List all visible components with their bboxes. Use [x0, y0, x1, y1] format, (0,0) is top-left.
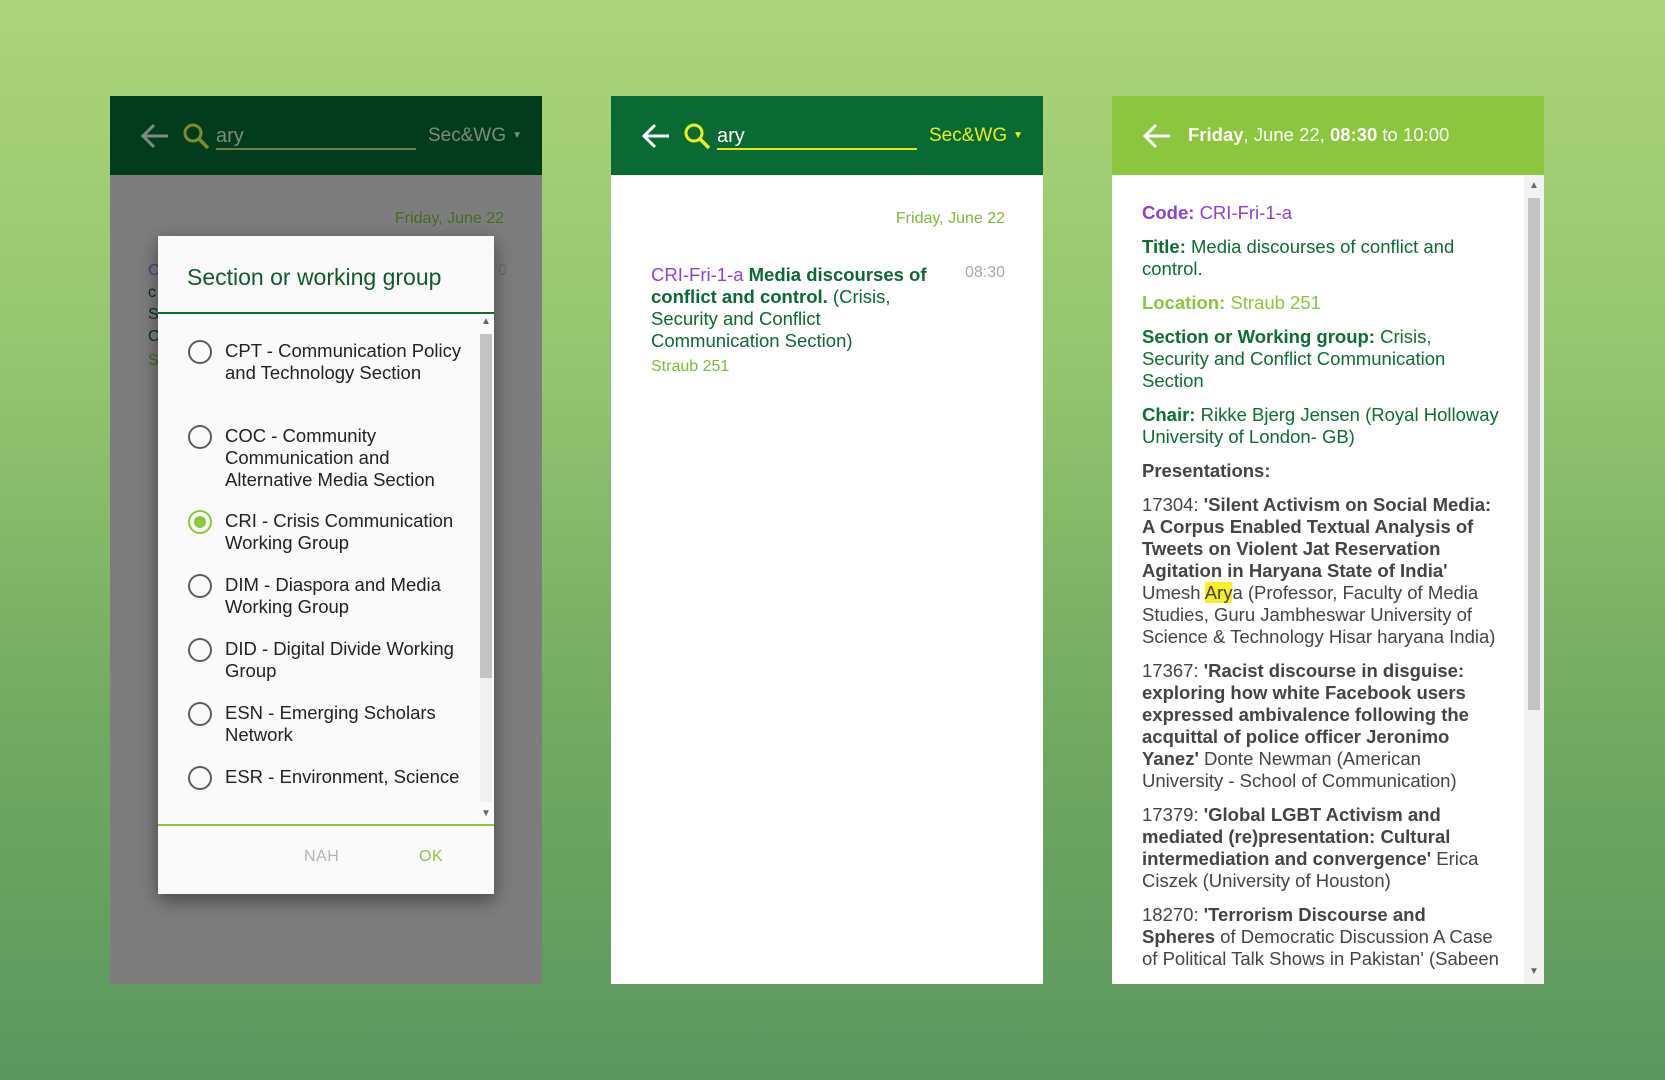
filter-label: Sec&WG [929, 125, 1008, 146]
option-label: DIM - Diaspora and Media Working Group [225, 574, 441, 617]
radio-button[interactable] [188, 425, 212, 449]
scroll-down-icon[interactable]: ▼ [1526, 966, 1542, 977]
session-location: Straub 251 [651, 358, 730, 375]
scroll-thumb[interactable] [480, 334, 492, 678]
search-app-bar: ary Sec&WG ▼ [110, 96, 542, 175]
search-icon [684, 123, 711, 150]
option-label: CPT - Communication Policy and Technolog… [225, 340, 462, 383]
presentation-item: 17367: 'Racist discourse in disguise: ex… [1142, 660, 1502, 792]
dropdown-caret-icon: ▼ [1013, 130, 1024, 141]
search-highlight: Ary [1204, 582, 1233, 603]
day-header: Friday, June 22 [394, 210, 504, 227]
radio-button[interactable] [188, 766, 212, 790]
option-list[interactable]: CPT - Communication Policy and Technolog… [158, 314, 478, 824]
code-value: CRI-Fri-1-a [1199, 202, 1293, 223]
search-icon [183, 123, 210, 150]
location-label: Location: [1142, 292, 1226, 313]
screen-search-results: ary Sec&WG ▼ Friday, June 22 CRI-Fri-1-a… [611, 96, 1043, 984]
option-label: COC - Community Communication and Altern… [225, 425, 435, 490]
presentation-id: 17367: [1142, 660, 1204, 681]
dialog-title: Section or working group [187, 264, 442, 290]
search-app-bar: ary Sec&WG ▼ [611, 96, 1043, 175]
cancel-button[interactable]: NAH [304, 848, 339, 866]
radio-button-selected[interactable] [188, 510, 212, 534]
session-detail: Code: CRI-Fri-1-a Title: Media discourse… [1142, 202, 1502, 982]
header-day: Friday [1188, 124, 1244, 145]
code-row: Code: CRI-Fri-1-a [1142, 202, 1502, 224]
option-label: ESR - Environment, Science [225, 766, 460, 787]
backdrop-session-time: 0 [498, 262, 507, 279]
presentation-author: Umesh [1142, 582, 1205, 603]
backdrop-session-title: c [148, 284, 156, 301]
option-label: ESN - Emerging Scholars Network [225, 702, 436, 745]
dialog-scrollbar[interactable]: ▲ ▼ [478, 316, 494, 822]
radio-button[interactable] [188, 574, 212, 598]
section-filter-dialog: Section or working group CPT - Communica… [158, 236, 494, 894]
scroll-thumb[interactable] [1528, 198, 1540, 710]
filter-label: Sec&WG [428, 125, 507, 146]
divider [158, 824, 494, 826]
session-datetime: Friday, June 22, 08:30 to 10:00 [1188, 124, 1449, 146]
section-filter-dropdown[interactable]: Sec&WG ▼ [428, 122, 522, 150]
dropdown-caret-icon: ▼ [512, 130, 523, 141]
radio-button[interactable] [188, 702, 212, 726]
presentation-item: 17379: 'Global LGBT Activism and mediate… [1142, 804, 1502, 892]
code-label: Code: [1142, 202, 1195, 223]
section-label: Section or Working group: [1142, 326, 1375, 347]
screen-session-detail: Friday, June 22, 08:30 to 10:00 Code: CR… [1112, 96, 1544, 984]
scroll-up-icon[interactable]: ▲ [478, 316, 494, 327]
back-arrow-icon[interactable] [641, 122, 671, 150]
presentation-id: 18270: [1142, 904, 1204, 925]
title-value: Media discourses of conflict and control… [1142, 236, 1455, 279]
session-code: CRI-Fri-1-a [651, 264, 744, 285]
section-filter-dropdown[interactable]: Sec&WG ▼ [929, 122, 1023, 150]
chair-row: Chair: Rikke Bjerg Jensen (Royal Hollowa… [1142, 404, 1502, 448]
header-end: 10:00 [1402, 124, 1450, 145]
title-row: Title: Media discourses of conflict and … [1142, 236, 1502, 280]
header-date: , June 22, [1243, 124, 1330, 145]
session-time: 08:30 [964, 264, 1005, 281]
location-row: Location: Straub 251 [1142, 292, 1502, 314]
scroll-down-icon[interactable]: ▼ [478, 808, 494, 819]
back-arrow-icon[interactable] [140, 122, 170, 150]
day-header: Friday, June 22 [895, 210, 1005, 227]
title-label: Title: [1142, 236, 1186, 257]
session-item[interactable]: CRI-Fri-1-a Media discourses of conflict… [651, 264, 931, 352]
section-row: Section or Working group: Crisis, Securi… [1142, 326, 1502, 392]
presentation-id: 17304: [1142, 494, 1204, 515]
chair-value: Rikke Bjerg Jensen (Royal Holloway Unive… [1142, 404, 1499, 447]
presentations-heading: Presentations: [1142, 460, 1271, 481]
chair-label: Chair: [1142, 404, 1196, 425]
ok-button[interactable]: OK [419, 848, 443, 866]
location-value: Straub 251 [1230, 292, 1321, 313]
screen-filter-dialog: ary Sec&WG ▼ Friday, June 22 C c S C S 0… [110, 96, 542, 984]
presentation-id: 17379: [1142, 804, 1204, 825]
back-arrow-icon[interactable] [1142, 122, 1172, 150]
option-label: DID - Digital Divide Working Group [225, 638, 454, 681]
detail-app-bar: Friday, June 22, 08:30 to 10:00 [1112, 96, 1544, 175]
presentation-item: 18270: 'Terrorism Discourse and Spheres … [1142, 904, 1502, 970]
option-label: CRI - Crisis Communication Working Group [225, 510, 454, 553]
radio-button[interactable] [188, 638, 212, 662]
presentation-item: 17304: 'Silent Activism on Social Media:… [1142, 494, 1502, 648]
scroll-up-icon[interactable]: ▲ [1526, 180, 1542, 191]
search-input[interactable]: ary [216, 122, 416, 150]
radio-button[interactable] [188, 340, 212, 364]
detail-scrollbar[interactable]: ▲ ▼ [1524, 176, 1544, 984]
search-input[interactable]: ary [717, 122, 917, 150]
header-sep: to [1377, 124, 1403, 145]
header-start: 08:30 [1329, 124, 1378, 145]
